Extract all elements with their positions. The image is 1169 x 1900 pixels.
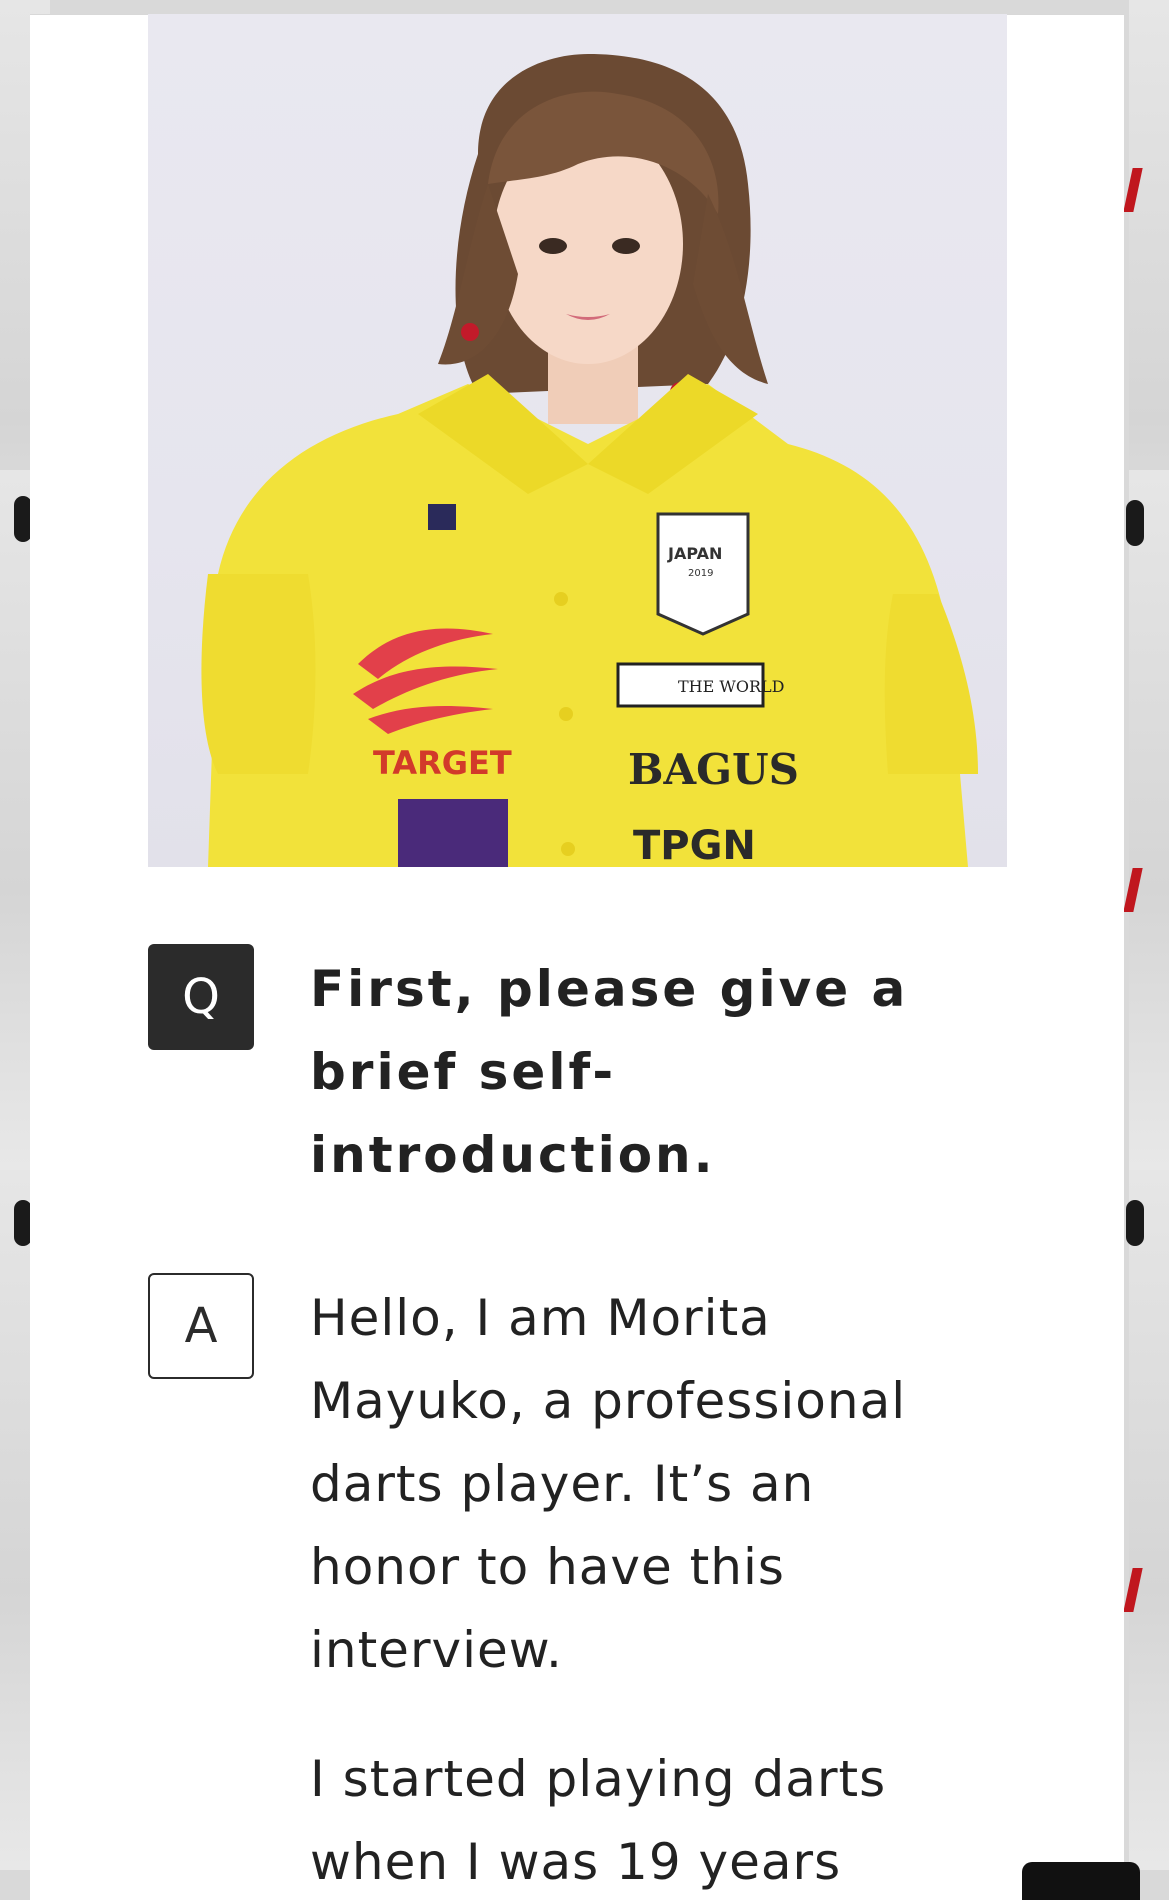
- answer-line: Mayuko, a professional: [310, 1372, 907, 1430]
- answer-badge: A: [148, 1273, 254, 1379]
- answer-line: I started playing darts: [310, 1750, 887, 1808]
- question-line: introduction.: [310, 1126, 716, 1184]
- svg-text:JAPAN: JAPAN: [667, 544, 722, 563]
- answer-paragraph: I started playing darts when I was 19 ye…: [310, 1738, 950, 1900]
- background-tile: [1129, 470, 1169, 1170]
- background-mark: [1126, 500, 1144, 546]
- answer-line: darts player. It’s an: [310, 1455, 815, 1513]
- floating-action-button[interactable]: [1022, 1862, 1140, 1900]
- background-mark: [1126, 1200, 1144, 1246]
- page: TARGET JAPAN 2019 THE WORLD BAGUS TPGN Q…: [0, 0, 1169, 1900]
- answer-line: interview.: [310, 1621, 563, 1679]
- question-line: First, please give a: [310, 960, 909, 1018]
- svg-text:TARGET: TARGET: [373, 744, 512, 782]
- svg-text:BAGUS: BAGUS: [628, 745, 799, 794]
- question-line: brief self-: [310, 1043, 617, 1101]
- question-text: First, please give a brief self- introdu…: [310, 948, 910, 1197]
- svg-text:TPGN: TPGN: [633, 823, 756, 867]
- answer-paragraph: Hello, I am Morita Mayuko, a professiona…: [310, 1277, 950, 1692]
- answer-line: Hello, I am Morita: [310, 1289, 771, 1347]
- answer-line: honor to have this: [310, 1538, 785, 1596]
- question-badge: Q: [148, 944, 254, 1050]
- answer-line: when I was 19 years old,: [310, 1833, 842, 1891]
- svg-text:2019: 2019: [688, 568, 713, 579]
- background-tile: [1129, 1170, 1169, 1870]
- player-portrait-photo: TARGET JAPAN 2019 THE WORLD BAGUS TPGN: [148, 14, 1007, 867]
- svg-text:THE WORLD: THE WORLD: [678, 677, 784, 696]
